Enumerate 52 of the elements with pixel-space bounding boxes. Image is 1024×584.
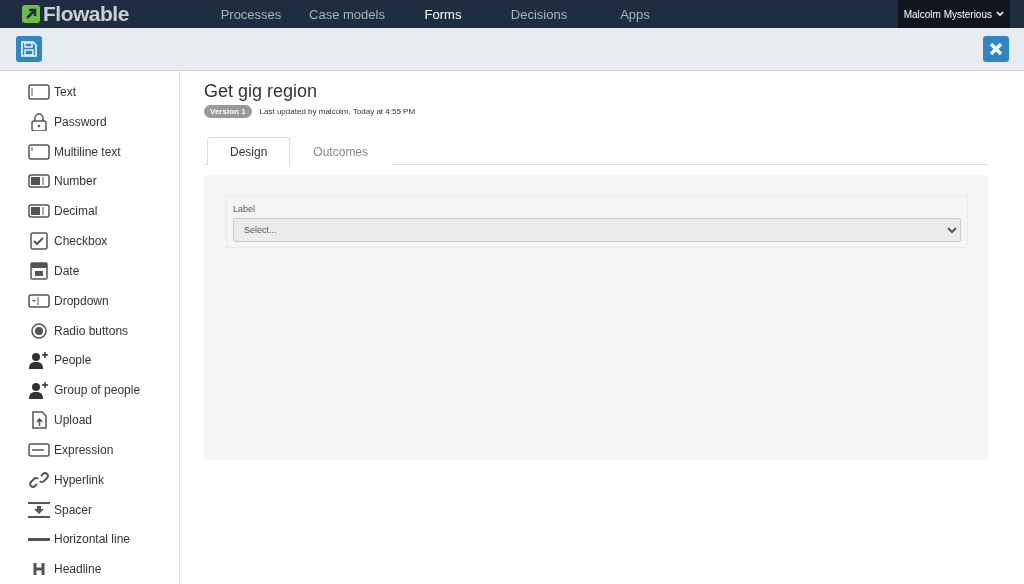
caret-icon bbox=[996, 11, 1004, 17]
version-badge: Version 1 bbox=[204, 105, 252, 118]
field-label: Label bbox=[233, 204, 257, 214]
palette-item[interactable]: Text bbox=[54, 84, 76, 99]
nav-link[interactable]: Decisions bbox=[491, 0, 587, 28]
palette-item[interactable]: Headline bbox=[54, 562, 102, 577]
radio-button-icon bbox=[28, 321, 50, 340]
link-icon bbox=[28, 470, 50, 489]
nav-link[interactable]: Apps bbox=[587, 0, 683, 28]
palette-item[interactable]: Dropdown bbox=[54, 293, 109, 308]
user-menu[interactable]: Malcolm Mysterious bbox=[897, 0, 1010, 28]
spacer-icon bbox=[28, 500, 50, 519]
palette-item[interactable]: Hyperlink bbox=[54, 472, 104, 487]
palette-item[interactable]: Group of people bbox=[54, 383, 141, 398]
nav-link[interactable]: Forms bbox=[395, 0, 491, 28]
palette-item[interactable]: Multiline text bbox=[54, 144, 121, 159]
person-add-icon bbox=[28, 381, 50, 400]
close-button[interactable] bbox=[983, 36, 1009, 62]
select-field[interactable]: Select... bbox=[233, 218, 961, 242]
calendar-icon bbox=[28, 261, 50, 280]
save-icon bbox=[21, 41, 37, 57]
palette-item[interactable]: Number bbox=[54, 174, 97, 189]
close-icon bbox=[989, 42, 1003, 56]
palette-item[interactable]: Upload bbox=[54, 413, 93, 427]
palette-item[interactable]: Radio buttons bbox=[54, 323, 129, 338]
palette-item[interactable]: People bbox=[54, 353, 92, 368]
brand-name: Flowable bbox=[43, 2, 129, 26]
palette-item[interactable]: Spacer bbox=[54, 502, 93, 517]
tab[interactable]: Design bbox=[207, 137, 291, 165]
text-field-icon bbox=[28, 82, 50, 101]
text-area-icon bbox=[28, 142, 50, 161]
expression-field-icon bbox=[28, 440, 50, 459]
nav-link[interactable]: Processes bbox=[203, 0, 299, 28]
checkbox-icon bbox=[28, 232, 50, 251]
save-button[interactable] bbox=[16, 36, 42, 62]
padlock-icon bbox=[28, 112, 50, 131]
palette-item[interactable]: Decimal bbox=[54, 204, 98, 219]
palette-item[interactable]: Checkbox bbox=[54, 234, 108, 249]
dropdown-field-icon bbox=[28, 291, 50, 310]
palette-item[interactable]: Horizontal line bbox=[54, 532, 131, 547]
field-card[interactable]: Label Select... bbox=[226, 195, 968, 248]
logo-icon bbox=[22, 5, 40, 23]
palette-item[interactable]: Date bbox=[54, 263, 80, 278]
last-updated-text: Last updated by malcolm, Today at 4:55 PM bbox=[259, 107, 416, 116]
number-field-icon bbox=[28, 202, 50, 221]
form-title: Get gig region bbox=[204, 81, 319, 102]
horizontal-line-icon bbox=[28, 537, 50, 541]
number-field-icon bbox=[28, 172, 50, 191]
person-add-icon bbox=[28, 351, 50, 370]
nav-link[interactable]: Case models bbox=[299, 0, 395, 28]
palette-item[interactable]: Password bbox=[54, 114, 107, 129]
palette-item[interactable]: Expression bbox=[54, 442, 114, 457]
